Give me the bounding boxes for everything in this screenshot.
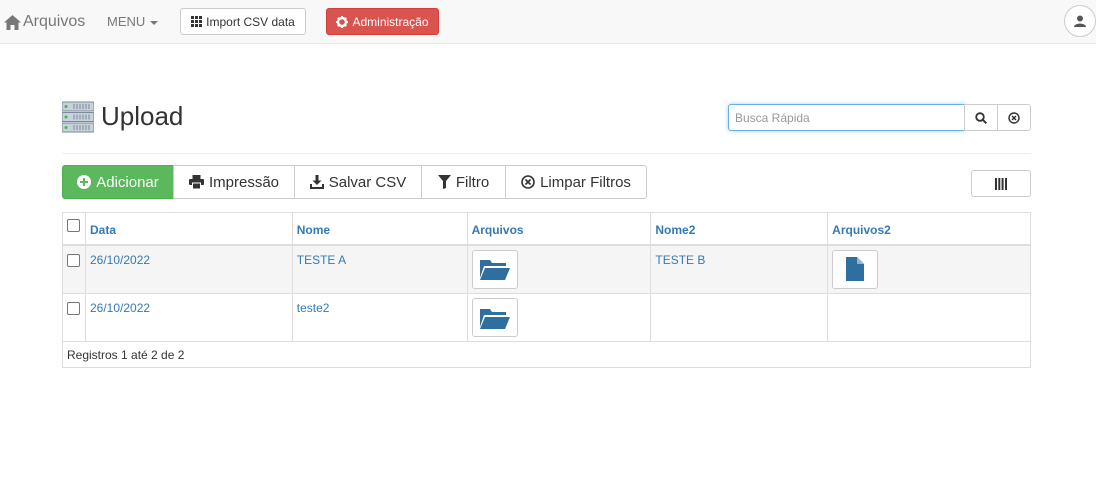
cell-nome[interactable]: teste2 — [291, 293, 468, 342]
cell-arquivos2 — [827, 244, 1031, 294]
table-header-row: Data Nome Arquivos Nome2 Arquivos2 — [62, 212, 1031, 246]
cell-nome[interactable]: TESTE A — [291, 244, 468, 294]
column-header-arquivos2[interactable]: Arquivos2 — [827, 212, 1031, 246]
print-label: Impressão — [208, 173, 280, 191]
open-folder-button[interactable] — [471, 249, 518, 289]
gear-icon — [336, 15, 349, 28]
menu-dropdown[interactable]: MENU — [107, 14, 159, 29]
search-button[interactable] — [964, 104, 998, 131]
cell-arquivos2 — [827, 293, 1031, 342]
select-all-cell — [62, 212, 86, 246]
search-input[interactable] — [728, 104, 965, 131]
table-row: 26/10/2022 TESTE A TESTE B — [62, 244, 1031, 294]
column-header-arquivos[interactable]: Arquivos — [466, 212, 652, 246]
cell-data[interactable]: 26/10/2022 — [84, 244, 293, 294]
download-icon — [309, 175, 324, 189]
folder-open-icon — [479, 308, 510, 329]
import-csv-label: Import CSV data — [206, 14, 295, 29]
filter-label: Filtro — [455, 173, 490, 191]
caret-down-icon — [150, 20, 159, 25]
row-select-cell — [62, 244, 86, 294]
open-file-button[interactable] — [832, 249, 879, 289]
add-label: Adicionar — [96, 173, 159, 191]
open-folder-button[interactable] — [471, 298, 518, 337]
import-csv-button[interactable]: Import CSV data — [180, 8, 306, 35]
toolbar: Adicionar Impressão Salvar CSV Filtro Li… — [62, 165, 647, 199]
header-divider — [62, 153, 1031, 154]
columns-icon — [995, 177, 1007, 190]
clear-filters-label: Limpar Filtros — [540, 173, 631, 191]
admin-button[interactable]: Administração — [326, 8, 439, 35]
print-icon — [188, 175, 204, 189]
brand-link[interactable]: Arquivos — [4, 11, 85, 33]
table-row: 26/10/2022 teste2 — [62, 293, 1031, 342]
data-table: Data Nome Arquivos Nome2 Arquivos2 26/10… — [62, 212, 1031, 368]
cell-arquivos — [466, 293, 652, 342]
server-icon — [61, 101, 95, 136]
navbar: Arquivos MENU Import CSV data Administra… — [0, 0, 1096, 44]
save-csv-label: Salvar CSV — [328, 173, 407, 191]
admin-label: Administração — [352, 14, 429, 29]
grid-icon — [191, 16, 203, 27]
column-header-nome[interactable]: Nome — [291, 212, 468, 246]
clear-filters-button[interactable]: Limpar Filtros — [505, 165, 647, 199]
close-circle-icon — [521, 175, 535, 189]
column-header-nome2[interactable]: Nome2 — [650, 212, 829, 246]
filter-button[interactable]: Filtro — [421, 165, 506, 199]
cell-nome2[interactable]: TESTE B — [650, 244, 829, 294]
columns-button[interactable] — [971, 170, 1031, 197]
table-footer-row: Registros 1 até 2 de 2 — [62, 341, 1031, 368]
records-summary: Registros 1 até 2 de 2 — [62, 341, 1031, 368]
add-button[interactable]: Adicionar — [62, 165, 174, 199]
row-checkbox[interactable] — [67, 253, 80, 267]
search-icon — [975, 111, 987, 124]
row-select-cell — [62, 293, 86, 342]
home-icon — [4, 14, 21, 30]
cell-data[interactable]: 26/10/2022 — [84, 293, 293, 342]
row-checkbox[interactable] — [67, 302, 80, 315]
page-title: Upload — [101, 101, 184, 131]
cell-arquivos — [466, 244, 652, 294]
file-icon — [846, 257, 865, 281]
user-avatar-button[interactable] — [1064, 5, 1096, 37]
cell-nome2 — [650, 293, 829, 342]
print-button[interactable]: Impressão — [173, 165, 295, 199]
filter-icon — [437, 175, 451, 189]
select-all-checkbox[interactable] — [67, 219, 80, 232]
plus-circle-icon — [77, 175, 92, 189]
menu-label: MENU — [107, 14, 146, 29]
column-header-data[interactable]: Data — [84, 212, 293, 246]
save-csv-button[interactable]: Salvar CSV — [294, 165, 422, 199]
folder-open-icon — [479, 260, 510, 280]
clear-search-button[interactable] — [997, 104, 1031, 131]
brand-label: Arquivos — [23, 13, 86, 30]
close-circle-icon — [1008, 111, 1020, 124]
user-icon — [1074, 15, 1086, 27]
